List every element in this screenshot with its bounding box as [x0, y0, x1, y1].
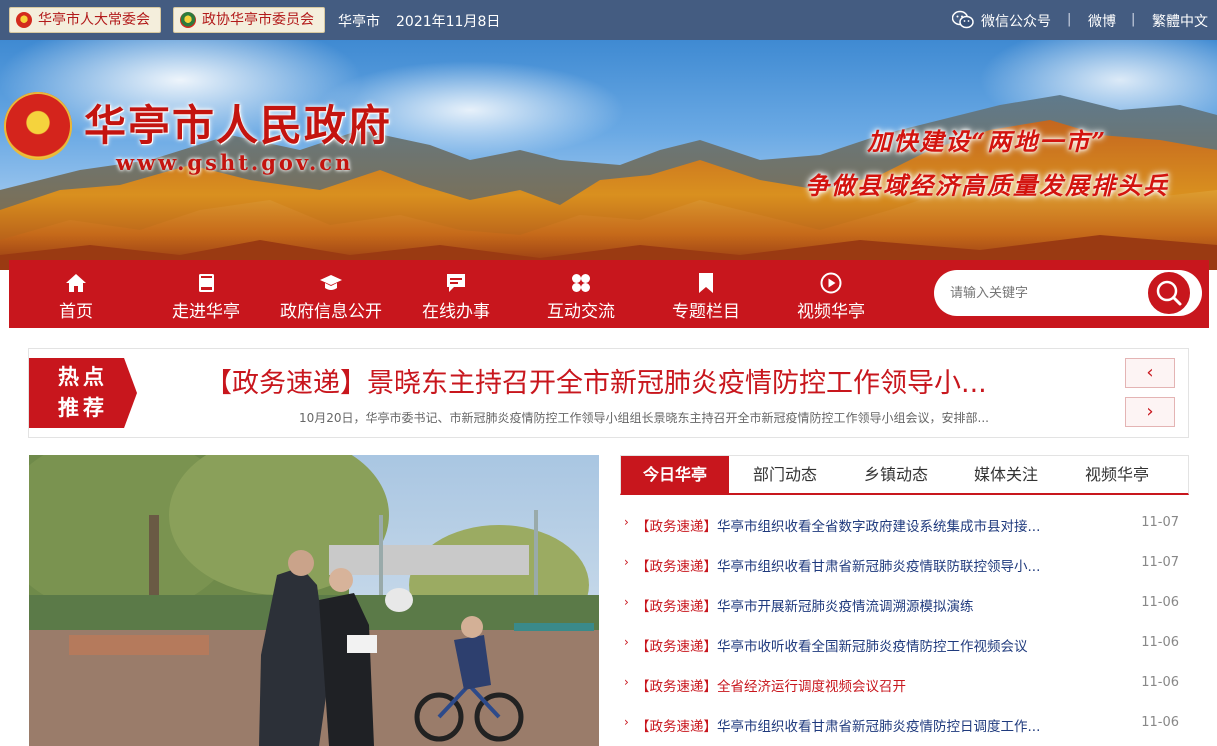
- wechat-icon[interactable]: [952, 10, 974, 30]
- graduation-cap-icon: [320, 275, 342, 290]
- weibo-link[interactable]: 微博: [1088, 11, 1116, 31]
- news-title-text: 华亭市组织收看全省数字政府建设系统集成市县对接...: [717, 519, 1041, 535]
- news-photo-image: [29, 455, 599, 746]
- news-tag: 【政务速递】: [636, 599, 717, 615]
- tab-township-news[interactable]: 乡镇动态: [842, 456, 950, 494]
- nav-gov-info-label: 政府信息公开: [280, 302, 382, 322]
- news-title[interactable]: 【政务速递】华亭市组织收看甘肃省新冠肺炎疫情防控日调度工作...: [636, 715, 1040, 735]
- news-title[interactable]: 【政务速递】华亭市组织收看甘肃省新冠肺炎疫情联防联控领导小...: [636, 555, 1040, 575]
- top-bar: 华亭市人大常委会 政协华亭市委员会 华亭市 2021年11月8日 微信公众号 |…: [0, 0, 1217, 40]
- city-name: 华亭市: [338, 14, 380, 30]
- hot-prev-button[interactable]: ‹: [1125, 358, 1175, 388]
- tab-media-focus[interactable]: 媒体关注: [952, 456, 1060, 494]
- nav-about-label: 走进华亭: [172, 302, 240, 322]
- nav-online-service[interactable]: 在线办事: [401, 268, 511, 324]
- tab-today-huating[interactable]: 今日华亭: [621, 456, 729, 494]
- current-date: 2021年11月8日: [396, 14, 501, 30]
- cppcc-emblem-icon: [180, 12, 196, 28]
- bullet-arrow-icon: ›: [624, 675, 629, 689]
- nav-video-label: 视频华亭: [797, 302, 865, 322]
- news-title[interactable]: 【政务速递】全省经济运行调度视频会议召开: [636, 675, 906, 695]
- nav-video[interactable]: 视频华亭: [776, 268, 886, 324]
- hot-news-tag: 热点 推荐: [29, 358, 137, 428]
- featured-news-photo[interactable]: [29, 455, 599, 746]
- nav-home-label: 首页: [59, 302, 93, 322]
- news-date: 11-06: [1141, 635, 1179, 650]
- search-input[interactable]: [950, 282, 1140, 304]
- news-title-text: 华亭市组织收看甘肃省新冠肺炎疫情防控日调度工作...: [717, 719, 1041, 735]
- bullet-arrow-icon: ›: [624, 715, 629, 729]
- news-title-text: 华亭市收听收看全国新冠肺炎疫情防控工作视频会议: [717, 639, 1028, 655]
- news-tag: 【政务速递】: [636, 639, 717, 655]
- divider: |: [1131, 12, 1136, 27]
- hot-news-headline[interactable]: 【政务速递】景晓东主持召开全市新冠肺炎疫情防控工作领导小...: [205, 361, 987, 400]
- news-item[interactable]: › 【政务速递】华亭市组织收看甘肃省新冠肺炎疫情防控日调度工作... 11-06: [620, 715, 1189, 746]
- news-date: 11-07: [1141, 515, 1179, 530]
- news-item[interactable]: › 【政务速递】华亭市组织收看甘肃省新冠肺炎疫情联防联控领导小... 11-07: [620, 555, 1189, 595]
- home-icon: [66, 274, 86, 292]
- news-title-text: 华亭市组织收看甘肃省新冠肺炎疫情联防联控领导小...: [717, 559, 1041, 575]
- divider: |: [1067, 12, 1072, 27]
- nav-special-topics-label: 专题栏目: [672, 302, 740, 322]
- hot-tag-line-2: 推荐: [58, 396, 108, 420]
- tab-video-huating[interactable]: 视频华亭: [1063, 456, 1171, 494]
- npc-committee-link[interactable]: 华亭市人大常委会: [9, 7, 161, 33]
- wechat-link[interactable]: 微信公众号: [981, 11, 1051, 31]
- bullet-arrow-icon: ›: [624, 635, 629, 649]
- nav-online-service-label: 在线办事: [422, 302, 490, 322]
- traditional-chinese-link[interactable]: 繁體中文: [1152, 11, 1208, 31]
- news-title[interactable]: 【政务速递】华亭市开展新冠肺炎疫情流调溯源模拟演练: [636, 595, 974, 615]
- nav-interaction-label: 互动交流: [547, 302, 615, 322]
- nav-about[interactable]: 走进华亭: [151, 268, 261, 324]
- news-tag: 【政务速递】: [636, 559, 717, 575]
- news-item[interactable]: › 【政务速递】华亭市组织收看全省数字政府建设系统集成市县对接... 11-07: [620, 515, 1189, 555]
- hot-news-summary: 10月20日，华亭市委书记、市新冠肺炎疫情防控工作领导小组组长景晓东主持召开全市…: [299, 411, 989, 425]
- news-title[interactable]: 【政务速递】华亭市组织收看全省数字政府建设系统集成市县对接...: [636, 515, 1040, 535]
- npc-committee-label: 华亭市人大常委会: [38, 12, 150, 28]
- news-item[interactable]: › 【政务速递】华亭市收听收看全国新冠肺炎疫情防控工作视频会议 11-06: [620, 635, 1189, 675]
- news-title-text: 全省经济运行调度视频会议召开: [717, 679, 906, 695]
- bookmark-icon: [699, 273, 713, 293]
- news-title-text: 华亭市开展新冠肺炎疫情流调溯源模拟演练: [717, 599, 974, 615]
- news-item[interactable]: › 【政务速递】华亭市开展新冠肺炎疫情流调溯源模拟演练 11-06: [620, 595, 1189, 635]
- bullet-arrow-icon: ›: [624, 595, 629, 609]
- news-tag: 【政务速递】: [636, 519, 717, 535]
- bullet-arrow-icon: ›: [624, 555, 629, 569]
- nav-interaction[interactable]: 互动交流: [526, 268, 636, 324]
- nav-special-topics[interactable]: 专题栏目: [651, 268, 761, 324]
- news-date: 11-06: [1141, 675, 1179, 690]
- search-icon: [1156, 280, 1182, 306]
- news-tag: 【政务速递】: [636, 679, 717, 695]
- clover-icon: [572, 274, 590, 292]
- news-date: 11-06: [1141, 595, 1179, 610]
- play-icon: [820, 272, 842, 294]
- search-button[interactable]: [1146, 270, 1192, 316]
- news-tag: 【政务速递】: [636, 719, 717, 735]
- news-item[interactable]: › 【政务速递】全省经济运行调度视频会议召开 11-06: [620, 675, 1189, 715]
- cppcc-committee-link[interactable]: 政协华亭市委员会: [173, 7, 325, 33]
- hot-next-button[interactable]: ›: [1125, 397, 1175, 427]
- national-emblem-logo: [4, 92, 72, 160]
- cppcc-committee-label: 政协华亭市委员会: [202, 12, 314, 28]
- main-nav: 首页 走进华亭 政府信息公开 在线办事 互动交流 专题栏目 视频华亭: [9, 260, 1209, 328]
- slogan-line-2: 争做县域经济高质量发展排头兵: [805, 171, 1169, 200]
- book-icon: [199, 274, 214, 292]
- slogan-line-1: 加快建设“两地一市”: [867, 127, 1107, 156]
- hot-news-panel: 热点 推荐 【政务速递】景晓东主持召开全市新冠肺炎疫情防控工作领导小... 10…: [28, 348, 1189, 438]
- message-icon: [447, 274, 465, 292]
- search-box: [934, 270, 1202, 316]
- tab-department-news[interactable]: 部门动态: [731, 456, 839, 494]
- news-title[interactable]: 【政务速递】华亭市收听收看全国新冠肺炎疫情防控工作视频会议: [636, 635, 1028, 655]
- header-banner: 华亭市人民政府 www.gsht.gov.cn 加快建设“两地一市” 争做县域经…: [0, 40, 1217, 270]
- nav-gov-info[interactable]: 政府信息公开: [276, 268, 386, 324]
- news-date: 11-06: [1141, 715, 1179, 730]
- site-url: www.gsht.gov.cn: [116, 150, 354, 175]
- bullet-arrow-icon: ›: [624, 515, 629, 529]
- nav-home[interactable]: 首页: [21, 268, 131, 324]
- news-tabs: 今日华亭 部门动态 乡镇动态 媒体关注 视频华亭: [620, 455, 1189, 495]
- national-emblem-icon: [16, 12, 32, 28]
- hot-tag-line-1: 热点: [58, 365, 108, 389]
- news-date: 11-07: [1141, 555, 1179, 570]
- site-title[interactable]: 华亭市人民政府: [84, 92, 392, 153]
